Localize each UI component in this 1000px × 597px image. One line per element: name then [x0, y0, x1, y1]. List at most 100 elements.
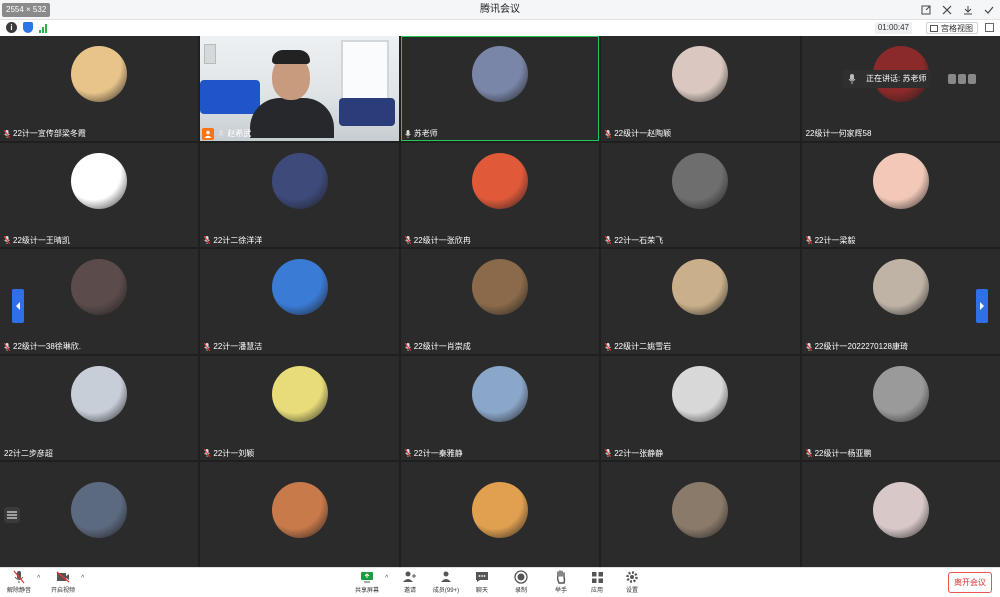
window-controls	[920, 0, 994, 20]
apps-button[interactable]: 应用	[580, 570, 614, 596]
participant-name: 22计一潘慧洁	[213, 342, 263, 352]
view-mode-label: 宫格视图	[941, 24, 973, 33]
video-off-icon	[56, 570, 70, 584]
settings-button[interactable]: 设置	[615, 570, 649, 596]
participant-tile[interactable]: 22计一刘颖	[200, 355, 399, 461]
muted-mic-icon	[4, 236, 10, 245]
participant-tile[interactable]: 22级计一2022270128康琦	[801, 249, 1000, 354]
video-options-chevron-icon[interactable]: ^	[81, 575, 87, 582]
participant-grid: 22计一宣传部梁冬霞 赵希武 苏老师 22级计一赵陶颖 22级计一何家辉58 22级计一王…	[0, 36, 1000, 567]
muted-mic-icon	[605, 236, 612, 245]
chat-button[interactable]: 聊天	[465, 570, 499, 596]
participant-tile[interactable]: 22级计一赵陶颖	[601, 36, 800, 141]
participant-tile[interactable]: 22级计一38徐琳欣.	[0, 249, 199, 354]
avatar	[471, 152, 528, 209]
active-speaker-popup: 正在讲话: 苏老师	[842, 70, 930, 88]
meeting-info-bar: i 01:00:47 宫格视图	[0, 20, 1000, 36]
list-icon	[7, 511, 17, 519]
participant-tile[interactable]: 苏老师	[400, 36, 600, 141]
avatar	[672, 46, 729, 102]
participant-tile[interactable]: 22计一潘慧洁	[200, 249, 399, 354]
participant-name-bar: 22级计二姚雪岩	[601, 340, 671, 354]
shield-icon[interactable]	[23, 22, 33, 33]
participant-list-toggle[interactable]	[4, 507, 20, 523]
participant-tile[interactable]: 22计一张静静	[601, 355, 800, 461]
muted-mic-icon	[805, 449, 812, 458]
close-icon[interactable]	[941, 5, 952, 16]
start-video-button[interactable]: 开启视频	[46, 570, 80, 596]
participant-name-bar: 22计一秦雅静	[401, 446, 463, 460]
avatar	[471, 482, 528, 539]
participant-tile[interactable]: 22级计一何家辉58	[801, 36, 1000, 141]
members-label: 成员(99+)	[432, 588, 460, 594]
invite-button[interactable]: 邀请	[393, 570, 427, 596]
muted-mic-icon	[605, 342, 612, 351]
popout-icon[interactable]	[920, 5, 931, 16]
participant-tile[interactable]	[0, 462, 199, 567]
muted-mic-icon	[204, 236, 211, 245]
avatar	[71, 46, 128, 102]
participant-tile[interactable]: 22计一秦雅静	[400, 355, 600, 461]
avatar	[672, 152, 729, 209]
participant-tile[interactable]: 22计二步彦超	[0, 355, 199, 461]
unmute-label: 解除静音	[6, 588, 31, 594]
avatar	[471, 259, 528, 316]
audio-options-chevron-icon[interactable]: ^	[37, 575, 43, 582]
participant-tile[interactable]: 22计一梁毅	[801, 142, 1000, 248]
avatar	[71, 365, 128, 422]
avatar	[872, 152, 929, 209]
unmute-button[interactable]: 解除静音	[2, 570, 36, 596]
participant-tile[interactable]: 22计一宣传部梁冬霞	[0, 36, 199, 141]
participant-tile[interactable]: 赵希武	[200, 36, 399, 141]
participant-tile[interactable]	[400, 462, 600, 567]
participant-name: 22计一刘颖	[213, 448, 255, 458]
avatar	[872, 482, 929, 539]
participant-name-bar: 22级计一王晴凯	[0, 233, 70, 247]
participant-tile[interactable]	[200, 462, 399, 567]
active-speaker-label: 正在讲话: 苏老师	[866, 74, 927, 83]
avatar	[271, 259, 328, 316]
invite-label: 邀请	[403, 588, 416, 594]
participant-tile[interactable]: 22级计一王晴凯	[0, 142, 199, 248]
participant-name: 22级计一杨亚鹏	[814, 448, 872, 458]
participant-tile[interactable]	[801, 462, 1000, 567]
avatar	[872, 259, 929, 316]
muted-mic-icon	[12, 570, 26, 584]
chevron-right-icon	[980, 302, 984, 310]
participant-name: 22级计一38徐琳欣.	[13, 342, 82, 352]
participant-name-bar: 22计一梁毅	[802, 233, 856, 247]
muted-mic-icon	[204, 449, 211, 458]
microphone-icon	[848, 74, 856, 84]
participant-tile[interactable]	[601, 462, 800, 567]
participant-name-bar: 苏老师	[401, 127, 438, 141]
participant-tile[interactable]: 22计二徐洋洋	[200, 142, 399, 248]
share-options-chevron-icon[interactable]: ^	[385, 575, 391, 582]
participant-tile[interactable]: 22级计一杨亚鹏	[801, 355, 1000, 461]
share-screen-button[interactable]: 共享屏幕	[350, 570, 384, 596]
participant-tile[interactable]: 22级计一张欣冉	[400, 142, 600, 248]
record-button[interactable]: 录制	[504, 570, 538, 596]
participant-tile[interactable]: 22计一石荣飞	[601, 142, 800, 248]
hand-icon	[968, 74, 976, 84]
fullscreen-icon[interactable]	[985, 23, 994, 32]
participant-tile[interactable]: 22级计一肖崇成	[400, 249, 600, 354]
leave-meeting-button[interactable]: 离开会议	[948, 572, 992, 593]
participant-name-bar: 22计一刘颖	[200, 446, 254, 460]
next-page-button[interactable]	[976, 289, 988, 323]
settings-label: 设置	[625, 588, 638, 594]
check-icon[interactable]	[983, 5, 994, 16]
speaker-reaction-icons	[948, 74, 976, 84]
participant-name-bar: 22计二徐洋洋	[200, 233, 262, 247]
raise-hand-label: 举手	[554, 588, 567, 594]
download-icon[interactable]	[962, 5, 973, 16]
members-button[interactable]: 成员(99+)	[429, 570, 463, 596]
raise-hand-button[interactable]: 举手	[544, 570, 578, 596]
chat-label: 聊天	[475, 588, 488, 594]
host-icon	[202, 127, 215, 140]
participant-name-bar: 22计一宣传部梁冬霞	[0, 127, 86, 141]
participant-tile[interactable]: 22级计二姚雪岩	[601, 249, 800, 354]
previous-page-button[interactable]	[12, 289, 24, 323]
signal-icon[interactable]	[39, 23, 47, 33]
info-icon[interactable]: i	[6, 22, 17, 33]
view-mode-button[interactable]: 宫格视图	[926, 22, 978, 34]
